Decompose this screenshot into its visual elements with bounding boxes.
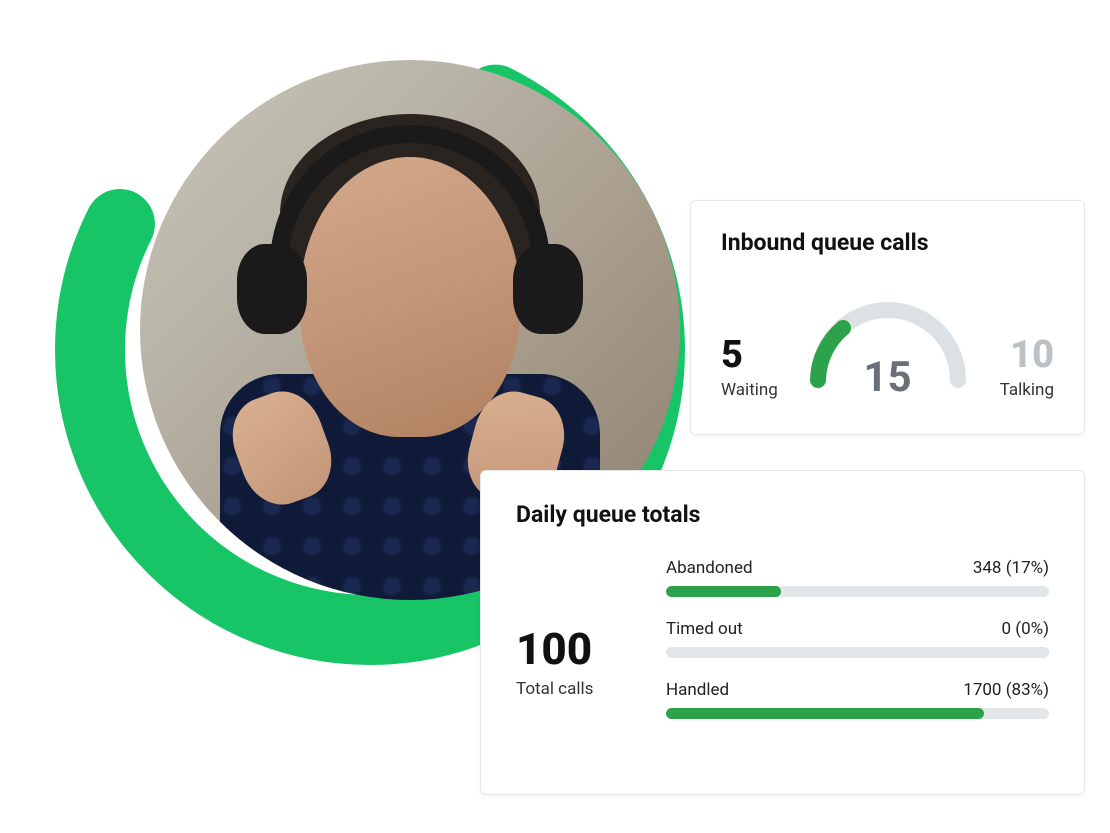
inbound-queue-card: Inbound queue calls 5 Waiting 15 10 Talk… xyxy=(690,200,1085,435)
waiting-value: 5 xyxy=(721,336,743,374)
waiting-label: Waiting xyxy=(721,380,778,400)
bar-fill xyxy=(666,586,781,597)
gauge-chart: 15 xyxy=(803,290,973,410)
bar-track xyxy=(666,647,1049,658)
total-calls-label: Total calls xyxy=(516,679,626,699)
talking-label: Talking xyxy=(1000,380,1054,400)
bar-value: 0 (0%) xyxy=(1001,619,1049,639)
bar-row-abandoned: Abandoned 348 (17%) xyxy=(666,558,1049,597)
gauge-total: 15 xyxy=(863,353,911,402)
daily-title: Daily queue totals xyxy=(516,501,1049,528)
bar-label: Handled xyxy=(666,680,729,700)
daily-queue-card: Daily queue totals 100 Total calls Aband… xyxy=(480,470,1085,795)
inbound-title: Inbound queue calls xyxy=(721,229,1054,256)
bar-row-timedout: Timed out 0 (0%) xyxy=(666,619,1049,658)
bar-label: Timed out xyxy=(666,619,743,639)
bar-track xyxy=(666,586,1049,597)
waiting-stat: 5 Waiting xyxy=(721,336,801,410)
bar-value: 1700 (83%) xyxy=(963,680,1049,700)
inbound-gauge-row: 5 Waiting 15 10 Talking xyxy=(721,280,1054,410)
daily-bars: Abandoned 348 (17%) Timed out 0 (0%) H xyxy=(666,558,1049,719)
talking-stat: 10 Talking xyxy=(974,336,1054,410)
bar-label: Abandoned xyxy=(666,558,753,578)
bar-row-handled: Handled 1700 (83%) xyxy=(666,680,1049,719)
total-calls-block: 100 Total calls xyxy=(516,558,626,719)
bar-fill xyxy=(666,708,984,719)
talking-value: 10 xyxy=(1010,336,1054,374)
bar-track xyxy=(666,708,1049,719)
total-calls-value: 100 xyxy=(516,627,626,671)
bar-value: 348 (17%) xyxy=(973,558,1049,578)
